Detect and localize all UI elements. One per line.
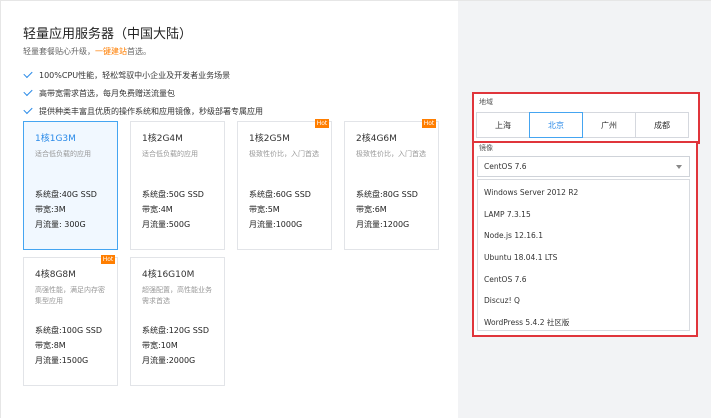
plan-name: 2核4G6M — [356, 134, 397, 144]
image-option-nodejs[interactable]: Node.js 12.16.1 — [478, 225, 689, 247]
plan-bandwidth: 带宽:3M — [35, 205, 66, 214]
plan-desc: 适合低负载的应用 — [35, 150, 91, 158]
plan-disk: 系统盘:80G SSD — [356, 190, 418, 199]
image-option-centos[interactable]: CentOS 7.6 — [478, 268, 689, 290]
plan-specs: 系统盘:40G SSD 带宽:3M 月流量: 300G — [35, 187, 97, 232]
plan-desc: 高强性能，满足内存密集型应用 — [35, 286, 105, 305]
subtitle-suffix: 首选。 — [127, 47, 151, 56]
plan-name: 1核1G3M — [35, 134, 76, 144]
plan-card-2c4g6m[interactable]: Hot 2核4G6M 极致性价比，入门首选 系统盘:80G SSD 带宽:6M … — [344, 119, 439, 250]
plan-specs: 系统盘:50G SSD 带宽:4M 月流量:500G — [142, 187, 204, 232]
plan-bandwidth: 带宽:4M — [142, 205, 173, 214]
plan-disk: 系统盘:60G SSD — [249, 190, 311, 199]
plan-disk: 系统盘:100G SSD — [35, 326, 103, 335]
image-label: 镜像 — [479, 144, 493, 152]
feature-item: 提供种类丰富且优质的操作系统和应用镜像，秒级部署专属应用 — [23, 102, 263, 120]
feature-item: 100%CPU性能，轻松驾驭中小企业及开发者业务场景 — [23, 66, 263, 84]
feature-text: 提供种类丰富且优质的操作系统和应用镜像，秒级部署专属应用 — [39, 106, 263, 116]
plan-disk: 系统盘:50G SSD — [142, 190, 204, 199]
plan-traffic: 月流量:2000G — [142, 356, 196, 365]
page-subtitle: 轻量套餐贴心升级，一键建站首选。 — [23, 46, 151, 57]
region-selector: 上海 北京 广州 成都 — [476, 112, 689, 138]
plan-card-1c2g4m[interactable]: 1核2G4M 适合低负载的应用 系统盘:50G SSD 带宽:4M 月流量:50… — [130, 121, 225, 250]
feature-text: 100%CPU性能，轻松驾驭中小企业及开发者业务场景 — [39, 70, 231, 80]
plan-panel: 轻量应用服务器（中国大陆） 轻量套餐贴心升级，一键建站首选。 100%CPU性能… — [1, 1, 458, 418]
hot-badge: Hot — [315, 119, 329, 128]
plan-specs: 系统盘:100G SSD 带宽:8M 月流量:1500G — [35, 323, 102, 368]
plan-traffic: 月流量:500G — [142, 220, 191, 229]
plan-specs: 系统盘:80G SSD 带宽:6M 月流量:1200G — [356, 187, 418, 232]
plan-name: 1核2G4M — [142, 134, 183, 144]
region-option-shanghai[interactable]: 上海 — [476, 112, 530, 138]
plan-desc: 适合低负载的应用 — [142, 150, 198, 158]
image-option-windows[interactable]: Windows Server 2012 R2 — [478, 182, 689, 204]
plan-disk: 系统盘:120G SSD — [142, 326, 210, 335]
plan-name: 4核16G10M — [142, 270, 195, 280]
region-section: 地域 上海 北京 广州 成都 — [472, 92, 700, 144]
feature-item: 高带宽需求首选，每月免费赠送流量包 — [23, 84, 263, 102]
chevron-down-icon — [676, 165, 682, 169]
image-dropdown: Windows Server 2012 R2 LAMP 7.3.15 Node.… — [477, 179, 690, 331]
page-title: 轻量应用服务器（中国大陆） — [23, 27, 193, 42]
page: 轻量应用服务器（中国大陆） 轻量套餐贴心升级，一键建站首选。 100%CPU性能… — [0, 0, 711, 418]
hot-badge: Hot — [101, 255, 115, 264]
plan-traffic: 月流量:1200G — [356, 220, 410, 229]
plan-card-1c2g5m[interactable]: Hot 1核2G5M 极致性价比，入门首选 系统盘:60G SSD 带宽:5M … — [237, 119, 332, 250]
image-option-ubuntu[interactable]: Ubuntu 18.04.1 LTS — [478, 247, 689, 269]
plan-bandwidth: 带宽:10M — [142, 341, 178, 350]
plan-traffic: 月流量:1000G — [249, 220, 303, 229]
check-icon — [23, 86, 33, 97]
image-selected-value: CentOS 7.6 — [484, 162, 527, 171]
plan-bandwidth: 带宽:5M — [249, 205, 280, 214]
plan-desc: 极致性价比，入门首选 — [356, 150, 426, 158]
plan-traffic: 月流量: 300G — [35, 220, 86, 229]
plan-card-4c8g8m[interactable]: Hot 4核8G8M 高强性能，满足内存密集型应用 系统盘:100G SSD 带… — [23, 255, 118, 386]
feature-text: 高带宽需求首选，每月免费赠送流量包 — [39, 88, 175, 98]
plan-specs: 系统盘:120G SSD 带宽:10M 月流量:2000G — [142, 323, 209, 368]
feature-list: 100%CPU性能，轻松驾驭中小企业及开发者业务场景 高带宽需求首选，每月免费赠… — [23, 66, 263, 120]
plan-traffic: 月流量:1500G — [35, 356, 89, 365]
plan-disk: 系统盘:40G SSD — [35, 190, 97, 199]
region-option-beijing[interactable]: 北京 — [529, 112, 583, 138]
region-label: 地域 — [479, 98, 493, 106]
subtitle-highlight: 一键建站 — [95, 47, 127, 56]
plan-desc: 超强配置，高性能业务需求首选 — [142, 286, 212, 305]
region-option-chengdu[interactable]: 成都 — [635, 112, 689, 138]
config-panel: 地域 上海 北京 广州 成都 镜像 CentOS 7.6 Windows Ser… — [458, 1, 711, 418]
plan-card-4c16g10m[interactable]: 4核16G10M 超强配置，高性能业务需求首选 系统盘:120G SSD 带宽:… — [130, 257, 225, 386]
image-select[interactable]: CentOS 7.6 — [477, 156, 690, 177]
check-icon — [23, 68, 33, 79]
plan-name: 1核2G5M — [249, 134, 290, 144]
subtitle-prefix: 轻量套餐贴心升级， — [23, 47, 95, 56]
image-option-wordpress[interactable]: WordPress 5.4.2 社区版 — [478, 312, 689, 334]
check-icon — [23, 104, 33, 115]
plan-card-1c1g3m[interactable]: 1核1G3M 适合低负载的应用 系统盘:40G SSD 带宽:3M 月流量: 3… — [23, 121, 118, 250]
hot-badge: Hot — [422, 119, 436, 128]
image-option-lamp[interactable]: LAMP 7.3.15 — [478, 204, 689, 226]
plan-desc: 极致性价比，入门首选 — [249, 150, 319, 158]
plan-specs: 系统盘:60G SSD 带宽:5M 月流量:1000G — [249, 187, 311, 232]
image-section: 镜像 CentOS 7.6 Windows Server 2012 R2 LAM… — [472, 141, 698, 337]
plan-bandwidth: 带宽:6M — [356, 205, 387, 214]
plan-bandwidth: 带宽:8M — [35, 341, 66, 350]
image-option-discuz[interactable]: Discuz! Q — [478, 290, 689, 312]
plan-name: 4核8G8M — [35, 270, 76, 280]
region-option-guangzhou[interactable]: 广州 — [582, 112, 636, 138]
